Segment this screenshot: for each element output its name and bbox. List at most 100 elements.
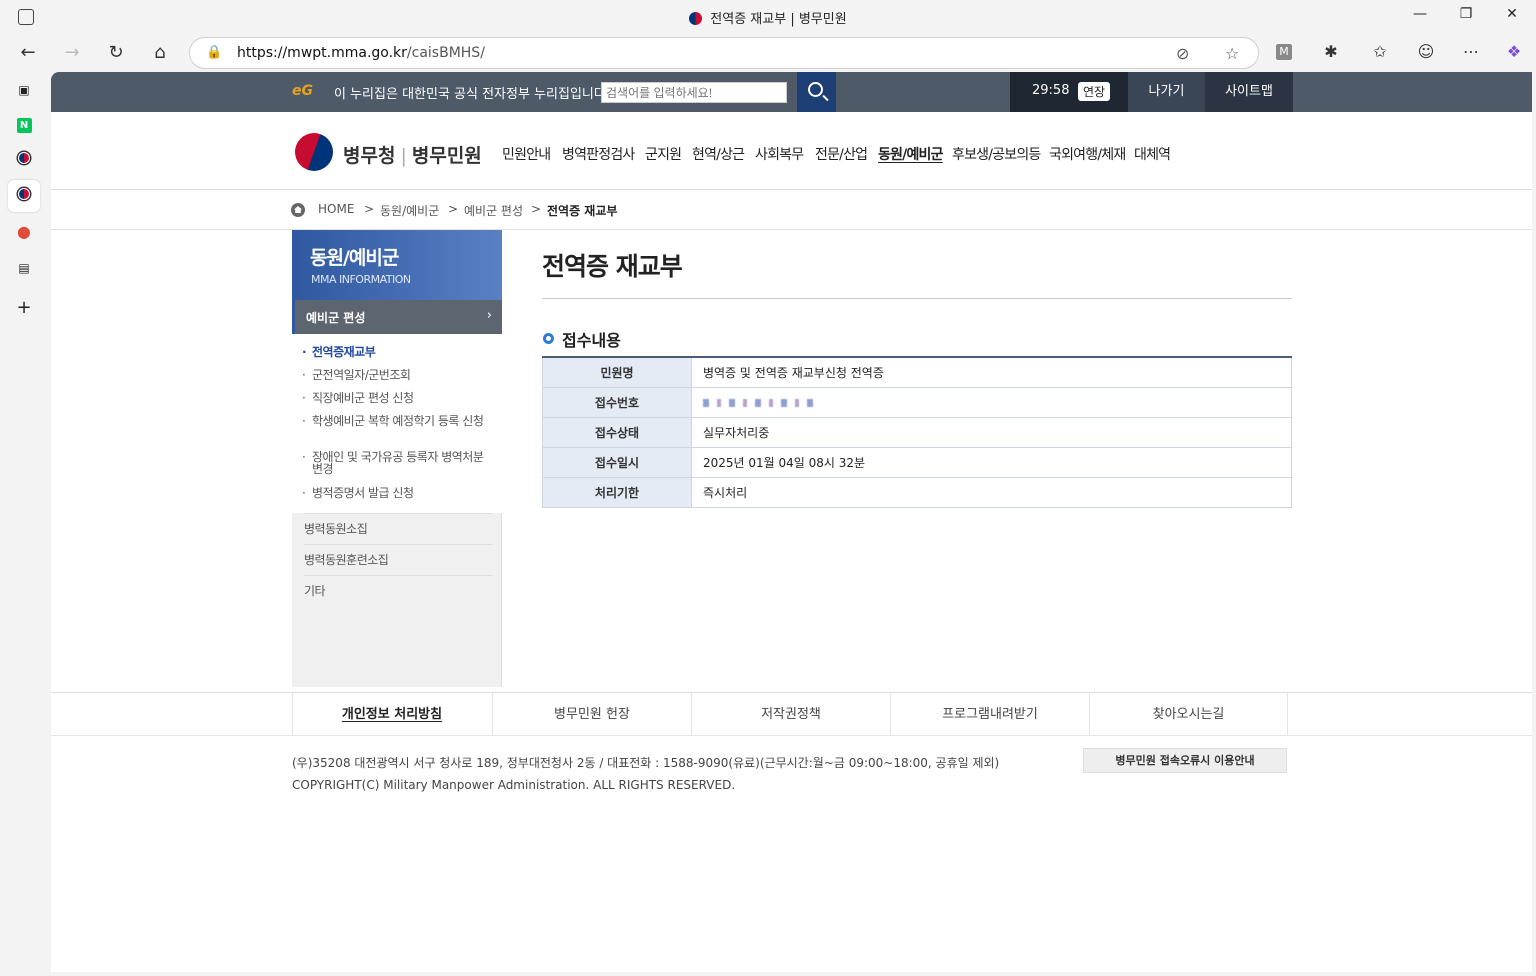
page-title: 전역증 재교부 (542, 252, 683, 281)
receipt-table: 민원명 병역증 및 전역증 재교부신청 전역증 접수번호 접수상태 실무자처리중… (542, 356, 1292, 508)
minimize-icon[interactable]: — (1397, 6, 1443, 22)
favorites-icon[interactable]: ✩ (1369, 42, 1391, 61)
redacted-value (703, 398, 815, 407)
breadcrumb-separator: > (448, 202, 459, 216)
row-label: 접수일시 (542, 446, 692, 478)
row-value: 즉시처리 (691, 476, 1292, 508)
site-header: 병무청 | 병무민원 민원안내 병역판정검사 군지원 현역/상근 사회복무 전문/산… (51, 112, 1532, 190)
footer-link[interactable]: 프로그램내려받기 (890, 693, 1089, 736)
footer-link[interactable]: 찾아오시는길 (1089, 693, 1288, 736)
breadcrumb-home[interactable]: HOME (318, 202, 354, 216)
gnb-item[interactable]: 현역/상근 (692, 144, 745, 164)
row-label: 처리기한 (542, 476, 692, 508)
home-icon[interactable]: ⌂ (147, 40, 173, 66)
error-guide-button[interactable]: 병무민원 접속오류시 이용안내 (1083, 748, 1287, 773)
search-input[interactable] (601, 82, 787, 103)
session-timer: 29:58 연장 (1010, 72, 1128, 112)
gov-notice[interactable]: 이 누리집은 대한민국 공식 전자정부 누리집입니다. (334, 83, 610, 102)
breadcrumb-current: 전역증 재교부 (547, 204, 618, 218)
calendar-icon[interactable]: ▤ (12, 256, 36, 280)
lnb-sub-item[interactable]: 직장예비군 편성 신청 (302, 392, 487, 404)
search-button[interactable] (797, 72, 836, 112)
table-row: 접수상태 실무자처리중 (542, 416, 1292, 448)
footer-link[interactable]: 저작권정책 (691, 693, 890, 736)
lnb-sub-item[interactable]: 장애인 및 국가유공 등록자 병역처분변경 (302, 451, 487, 475)
more-menu-icon[interactable]: ⋯ (1460, 42, 1482, 61)
row-value: 2025년 01월 04일 08시 32분 (691, 446, 1292, 478)
camera-blocked-icon[interactable]: ⊘ (1176, 44, 1189, 63)
breadcrumb: HOME > 동원/예비군 > 예비군 편성 > 전역증 재교부 (51, 190, 1532, 230)
favorite-star-icon[interactable]: ☆ (1225, 44, 1239, 63)
refresh-icon[interactable]: ↻ (103, 40, 129, 66)
home-icon[interactable] (291, 203, 305, 217)
row-label: 접수번호 (542, 386, 692, 418)
breadcrumb-item[interactable]: 예비군 편성 (464, 202, 523, 219)
maps-icon[interactable]: ⬤ (12, 220, 36, 244)
tabs-icon[interactable]: ▣ (12, 78, 36, 102)
gnb-item[interactable]: 군지원 (645, 144, 682, 164)
egov-logo: eG (292, 83, 313, 99)
table-row: 민원명 병역증 및 전역증 재교부신청 전역증 (542, 356, 1292, 388)
lnb-sub-item-active[interactable]: 전역증재교부 (302, 346, 487, 358)
lnb-item[interactable]: 병력동원훈련소집 (304, 544, 492, 574)
copilot-icon[interactable]: ❖ (1503, 42, 1525, 61)
lnb-item[interactable]: 병력동원소집 (304, 513, 492, 543)
lnb-title: 동원/예비군 (310, 247, 399, 269)
extend-button[interactable]: 연장 (1078, 82, 1111, 101)
back-icon[interactable]: ← (15, 40, 41, 66)
window-title: 전역증 재교부 | 병무민원 (0, 8, 1536, 27)
sitemap-button[interactable]: 사이트맵 (1205, 72, 1293, 112)
lnb-sub-item[interactable]: 학생예비군 복학 예정학기 등록 신청 (302, 415, 487, 427)
gnb-item-active[interactable]: 동원/예비군 (878, 144, 944, 164)
restore-icon[interactable]: ❐ (1443, 6, 1489, 22)
footer-link[interactable]: 병무민원 헌장 (492, 693, 691, 736)
lnb-item[interactable]: 기타 (304, 575, 492, 605)
url-text[interactable]: https://mwpt.mma.go.kr/caisBMHS/ (237, 45, 485, 61)
table-row: 접수일시 2025년 01월 04일 08시 32분 (542, 446, 1292, 478)
footer-link-privacy[interactable]: 개인정보 처리방침 (292, 693, 491, 736)
mma-icon-active[interactable] (8, 180, 40, 212)
browser-toolbar: ← → ↻ ⌂ 🔒 https://mwpt.mma.go.kr/caisBMH… (0, 34, 1536, 72)
breadcrumb-separator: > (531, 202, 542, 216)
gnb-item[interactable]: 병역판정검사 (562, 144, 635, 164)
gnb-item[interactable]: 민원안내 (502, 144, 551, 164)
section-title: 접수내용 (562, 331, 621, 350)
address-bar[interactable]: 🔒 https://mwpt.mma.go.kr/caisBMHS/ ⊘ ☆ (189, 37, 1259, 69)
gnb-item[interactable]: 사회복무 (755, 144, 804, 164)
lnb-sub-list: 전역증재교부 군전역일자/군번조회 직장예비군 편성 신청 학생예비군 복학 예… (292, 334, 502, 513)
close-icon[interactable]: ✕ (1489, 6, 1535, 22)
site-logo[interactable]: 병무청 | 병무민원 (343, 141, 482, 168)
gov-top-strip: eG 이 누리집은 대한민국 공식 전자정부 누리집입니다. 29:58 연장 … (51, 72, 1532, 112)
lock-icon[interactable]: 🔒 (206, 45, 222, 60)
lnb-sub-item[interactable]: 군전역일자/군번조회 (302, 369, 487, 381)
breadcrumb-item[interactable]: 동원/예비군 (380, 202, 439, 219)
add-icon[interactable]: + (12, 296, 36, 320)
table-row: 접수번호 (542, 386, 1292, 418)
breadcrumb-separator: > (364, 202, 375, 216)
forward-icon[interactable]: → (59, 40, 85, 66)
lnb-sub-item[interactable]: 병적증명서 발급 신청 (302, 487, 487, 499)
footer-address: (우)35208 대전광역시 서구 청사로 189, 정부대전청사 2동 / 대… (292, 756, 1000, 770)
lnb-header: 동원/예비군 MMA INFORMATION (292, 230, 502, 300)
table-row: 처리기한 즉시처리 (542, 476, 1292, 508)
mma-icon[interactable] (12, 148, 36, 172)
naver-icon[interactable]: N (12, 112, 36, 136)
exit-button[interactable]: 나가기 (1128, 72, 1205, 112)
gnb-item[interactable]: 대체역 (1134, 144, 1171, 164)
title-divider (542, 298, 1292, 299)
lnb-selected-label: 예비군 편성 (306, 311, 366, 325)
mma-logo-icon[interactable] (295, 133, 333, 171)
row-value: 병역증 및 전역증 재교부신청 전역증 (691, 356, 1292, 388)
lnb-selected-group[interactable]: 예비군 편성 › (292, 300, 502, 334)
footer-menu: 개인정보 처리방침 병무민원 헌장 저작권정책 프로그램내려받기 찾아오시는길 (51, 692, 1532, 736)
gnb-item[interactable]: 후보생/공보의등 (952, 144, 1041, 164)
profile-avatar[interactable]: ☺ (1415, 42, 1437, 61)
extension-m-icon[interactable]: M (1276, 44, 1292, 60)
left-nav: 동원/예비군 MMA INFORMATION 예비군 편성 › 전역증재교부 군… (292, 230, 502, 687)
search-icon (808, 82, 823, 97)
gnb-item[interactable]: 전문/산업 (815, 144, 868, 164)
extensions-icon[interactable]: ✱ (1320, 42, 1342, 61)
gnb-item[interactable]: 국외여행/체재 (1049, 144, 1126, 164)
row-label: 민원명 (542, 356, 692, 388)
footer-copyright: COPYRIGHT(C) Military Manpower Administr… (292, 778, 736, 792)
